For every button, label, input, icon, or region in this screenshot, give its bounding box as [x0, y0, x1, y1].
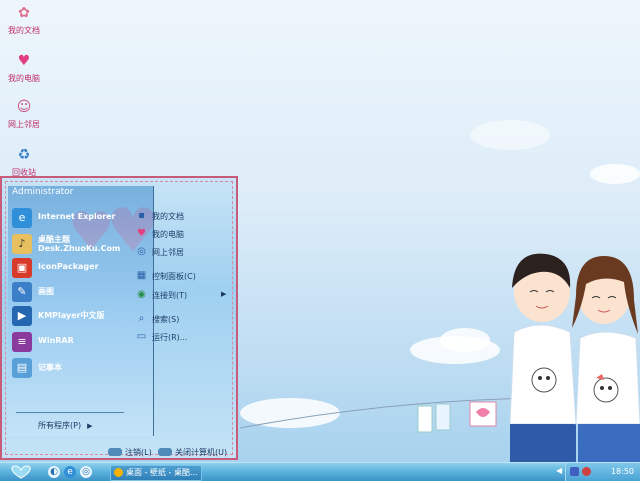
program-item-winrar[interactable]: ≡ WinRAR — [8, 332, 148, 352]
start-button[interactable] — [6, 464, 36, 480]
task-label: 桌面 - 壁纸 - 桌酷... — [126, 468, 198, 477]
clothesline-decoration — [240, 397, 540, 433]
show-desktop-icon[interactable]: ◐ — [48, 466, 60, 478]
ie-icon[interactable]: e — [64, 466, 76, 478]
run-icon: ▭ — [136, 331, 147, 342]
desktop-icon-recycle-bin[interactable]: ♻ 回收站 — [0, 146, 48, 178]
task-button[interactable]: 桌面 - 壁纸 - 桌酷... — [110, 465, 202, 481]
program-sublabel: Desk.ZhuoKu.Com — [38, 244, 121, 253]
desktop-icon-my-computer[interactable]: ♥ 我的电脑 — [0, 52, 48, 84]
desktop-icon-label: 我的文档 — [8, 26, 40, 35]
volume-tray-icon[interactable] — [582, 467, 591, 476]
theme-icon: ♪ — [12, 234, 32, 254]
place-label: 我的文档 — [152, 212, 184, 221]
program-item-notepad[interactable]: ▤ 记事本 — [8, 358, 148, 378]
tray-expand-icon[interactable]: ◀ — [556, 466, 562, 475]
place-label: 控制面板(C) — [152, 272, 196, 281]
winrar-icon: ≡ — [12, 332, 32, 352]
program-item-paint[interactable]: ✎ 画图 — [8, 282, 148, 302]
place-item-my-documents[interactable]: ▪ 我的文档 — [135, 209, 233, 223]
control-panel-icon: ▦ — [136, 270, 147, 281]
iconpackager-icon: ▣ — [12, 258, 32, 278]
logoff-label: 注销(L) — [125, 448, 152, 457]
media-icon[interactable]: ◎ — [80, 466, 92, 478]
desktop-icon-network[interactable]: ☺ 网上邻居 — [0, 98, 48, 130]
paint-icon: ✎ — [12, 282, 32, 302]
program-item-theme[interactable]: ♪ 桌酷主题 Desk.ZhuoKu.Com — [8, 234, 148, 258]
place-item-my-computer[interactable]: ♥ 我的电脑 — [135, 227, 233, 241]
program-label: KMPlayer中文版 — [38, 311, 105, 320]
program-label: Internet Explorer — [38, 212, 116, 221]
program-label: WinRAR — [38, 336, 74, 345]
place-item-control-panel[interactable]: ▦ 控制面板(C) — [135, 269, 233, 283]
desktop-icon-my-documents[interactable]: ✿ 我的文档 — [0, 4, 48, 36]
kmplayer-icon: ▶ — [12, 306, 32, 326]
connect-icon: ◉ — [137, 289, 146, 300]
documents-icon: ✿ — [18, 5, 30, 21]
shutdown-label: 关闭计算机(U) — [175, 448, 228, 457]
search-icon: ⌕ — [138, 313, 145, 324]
place-label: 网上邻居 — [152, 248, 184, 257]
taskbar: ◐ e ◎ 桌面 - 壁纸 - 桌酷... ◀ 18:50 — [0, 462, 640, 481]
couple-illustration — [509, 253, 640, 462]
desktop-icon-label: 网上邻居 — [8, 120, 40, 129]
shutdown-button[interactable]: 关闭计算机(U) — [158, 446, 234, 458]
place-label: 我的电脑 — [152, 230, 184, 239]
program-label: 画图 — [38, 287, 54, 296]
computer-icon: ♥ — [137, 228, 146, 239]
network-icon: ◎ — [137, 246, 146, 257]
browser-icon — [114, 468, 123, 477]
place-label: 连接到(T) — [152, 291, 188, 300]
program-item-kmplayer[interactable]: ▶ KMPlayer中文版 — [8, 306, 148, 326]
place-item-network[interactable]: ◎ 网上邻居 — [135, 245, 233, 259]
program-item-internet-explorer[interactable]: e Internet Explorer — [8, 208, 148, 228]
recycle-bin-icon: ♻ — [17, 147, 31, 163]
documents-icon: ▪ — [138, 210, 145, 221]
system-tray: ◀ 18:50 — [556, 463, 640, 481]
program-label: IconPackager — [38, 262, 99, 271]
program-item-iconpackager[interactable]: ▣ IconPackager — [8, 258, 148, 278]
network-tray-icon[interactable] — [570, 467, 579, 476]
cloud-decoration — [470, 120, 550, 150]
place-item-run[interactable]: ▭ 运行(R)... — [135, 330, 233, 344]
arrow-right-icon: ▶ — [221, 290, 227, 298]
place-label: 运行(R)... — [152, 333, 188, 342]
place-label: 搜索(S) — [152, 315, 180, 324]
start-menu: ♥ ♥ Administrator e Internet Explorer ♪ … — [0, 176, 238, 460]
desktop-icon-label: 我的电脑 — [8, 74, 40, 83]
logoff-button[interactable]: 注销(L) — [108, 446, 158, 458]
network-icon: ☺ — [16, 99, 32, 115]
logoff-icon — [108, 448, 122, 456]
user-name: Administrator — [12, 187, 74, 197]
start-heart-icon — [11, 465, 31, 479]
cloud-decoration — [590, 164, 640, 184]
desktop: ✿ 我的文档 ♥ 我的电脑 ☺ 网上邻居 ♻ 回收站 ♥ ♥ Administr… — [0, 0, 640, 462]
program-label: 记事本 — [38, 363, 62, 372]
place-item-connect-to[interactable]: ◉ 连接到(T) ▶ — [135, 288, 233, 302]
notepad-icon: ▤ — [12, 358, 32, 378]
menu-separator — [16, 412, 124, 413]
arrow-right-icon: ▶ — [87, 422, 93, 430]
computer-icon: ♥ — [17, 53, 31, 69]
all-programs-label: 所有程序(P) — [38, 421, 82, 430]
ie-icon: e — [12, 208, 32, 228]
clock[interactable]: 18:50 — [611, 467, 634, 476]
shutdown-icon — [158, 448, 172, 456]
cloud-decoration — [440, 328, 490, 352]
place-item-search[interactable]: ⌕ 搜索(S) — [135, 312, 233, 326]
all-programs-button[interactable]: 所有程序(P) ▶ — [38, 420, 92, 431]
